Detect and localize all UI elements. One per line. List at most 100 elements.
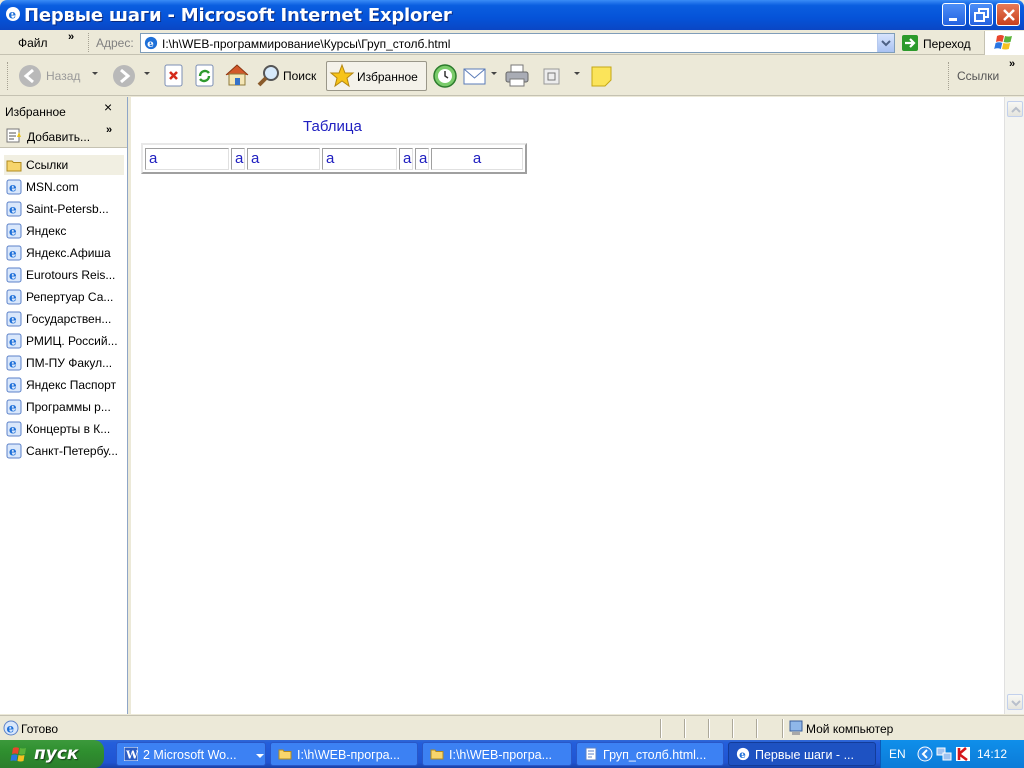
taskbar-item-ie[interactable]: e Первые шаги - ...: [728, 742, 876, 766]
page-ie-icon: e: [144, 36, 158, 50]
address-input[interactable]: e I:\h\WEB-программирование\Курсы\Груп_с…: [140, 33, 895, 53]
html-table: a a a a a a a: [141, 143, 527, 174]
go-label: Переход: [923, 37, 971, 51]
table-cell: a: [145, 148, 229, 170]
mail-button[interactable]: [462, 61, 500, 91]
start-button[interactable]: пуск: [0, 740, 104, 768]
network-icon[interactable]: [936, 746, 952, 762]
links-overflow-chevron-icon[interactable]: »: [1009, 58, 1015, 70]
ie-page-icon: e: [6, 223, 22, 239]
ie-icon: e: [736, 747, 750, 761]
taskbar-item-word[interactable]: W 2 Microsoft Wo...: [116, 742, 266, 766]
scroll-down-arrow-icon: [1011, 700, 1021, 707]
add-favorite-button[interactable]: Добавить... »: [0, 124, 127, 148]
ie-page-icon: e: [6, 267, 22, 283]
toolbar-grip[interactable]: [7, 62, 10, 90]
taskbar-item-label: I:\h\WEB-програ...: [297, 748, 401, 762]
favorite-link[interactable]: e Яндекс Паспорт: [4, 375, 124, 395]
favorite-link[interactable]: e Яндекс: [4, 221, 124, 241]
ie-page-icon: e: [6, 355, 22, 371]
favorite-link[interactable]: e Программы р...: [4, 397, 124, 417]
windows-logo: [984, 31, 1024, 55]
taskbar-item-folder[interactable]: I:\h\WEB-програ...: [270, 742, 418, 766]
clock: 14:12: [977, 747, 1008, 761]
menu-file[interactable]: Файл: [18, 36, 48, 50]
favorite-link[interactable]: e Saint-Petersb...: [4, 199, 124, 219]
standard-toolbar: Назад Поиск Избранное: [0, 56, 1024, 96]
forward-dropdown-icon[interactable]: [144, 72, 150, 75]
restore-icon: [974, 8, 989, 22]
address-value: I:\h\WEB-программирование\Курсы\Груп_сто…: [162, 37, 451, 51]
favorite-label: Репертуар Са...: [26, 290, 114, 304]
favorite-link[interactable]: e Концерты в К...: [4, 419, 124, 439]
taskbar-item-label: I:\h\WEB-програ...: [449, 748, 553, 762]
favorite-link[interactable]: e Яндекс.Афиша: [4, 243, 124, 263]
taskbar-item-notepad[interactable]: Груп_столб.html...: [576, 742, 724, 766]
ie-page-icon: e: [6, 179, 22, 195]
home-button[interactable]: [223, 61, 251, 91]
menu-overflow-chevron-icon[interactable]: »: [68, 31, 74, 43]
refresh-button[interactable]: [192, 61, 218, 91]
status-text: Готово: [21, 722, 59, 736]
language-indicator[interactable]: EN: [889, 747, 906, 761]
favorite-link[interactable]: e РМИЦ. Россий...: [4, 331, 124, 351]
history-button[interactable]: [431, 61, 459, 91]
back-button[interactable]: Назад: [17, 61, 102, 91]
favorite-link[interactable]: e ПМ-ПУ Факул...: [4, 353, 124, 373]
print-button[interactable]: [503, 61, 531, 91]
scroll-down-button[interactable]: [1007, 694, 1023, 710]
title-bar[interactable]: e Первые шаги - Microsoft Internet Explo…: [0, 0, 1024, 30]
taskbar-item-label: Первые шаги - ...: [755, 748, 854, 762]
favorites-button[interactable]: Избранное: [326, 61, 427, 91]
taskbar-item-folder[interactable]: I:\h\WEB-програ...: [422, 742, 572, 766]
svg-text:e: e: [9, 357, 17, 371]
address-dropdown-button[interactable]: [877, 34, 894, 52]
svg-text:e: e: [9, 225, 17, 239]
fav-overflow-chevron-icon[interactable]: »: [106, 124, 112, 136]
search-button[interactable]: Поиск: [256, 61, 322, 91]
vertical-scrollbar[interactable]: [1004, 97, 1024, 714]
status-ie-icon: e: [3, 720, 19, 736]
group-dropdown-icon: [256, 754, 264, 758]
favorite-label: MSN.com: [26, 180, 79, 194]
search-label: Поиск: [283, 69, 317, 83]
links-toolbar-grip[interactable]: [948, 62, 951, 90]
minimize-button[interactable]: [942, 3, 966, 26]
favorite-link[interactable]: e Репертуар Са...: [4, 287, 124, 307]
folder-icon: [6, 160, 22, 172]
page-content: Таблица a a a a a a a: [131, 97, 1004, 714]
favorites-close-icon[interactable]: ×: [104, 99, 112, 115]
favorites-header: Избранное ×: [0, 97, 127, 124]
favorite-label: Яндекс: [26, 224, 67, 238]
favorite-label: Яндекс Паспорт: [26, 378, 117, 392]
favorite-link[interactable]: e MSN.com: [4, 177, 124, 197]
address-label: Адрес:: [96, 36, 134, 50]
mail-dropdown-icon[interactable]: [491, 72, 497, 75]
svg-text:e: e: [9, 423, 17, 437]
edit-dropdown-icon[interactable]: [574, 72, 580, 75]
favorite-label: Санкт-Петербу...: [26, 444, 118, 458]
messenger-button[interactable]: [588, 61, 616, 91]
links-toolbar-label[interactable]: Ссылки: [957, 69, 999, 83]
restore-button[interactable]: [969, 3, 993, 26]
favorite-link[interactable]: e Санкт-Петербу...: [4, 441, 124, 461]
favorite-link[interactable]: e Государствен...: [4, 309, 124, 329]
status-separator: [708, 719, 710, 738]
close-button[interactable]: [996, 3, 1020, 26]
svg-text:e: e: [9, 181, 17, 195]
favorites-folder-links[interactable]: Ссылки: [4, 155, 124, 175]
antivirus-icon[interactable]: [955, 746, 971, 762]
folder-icon: [430, 749, 444, 760]
svg-text:e: e: [9, 379, 17, 393]
stop-button[interactable]: [161, 61, 187, 91]
go-button[interactable]: Переход: [900, 33, 985, 53]
favorites-pane: Избранное × Добавить... » Ссылки e MSN.co…: [0, 97, 128, 714]
favorite-link[interactable]: e Eurotours Reis...: [4, 265, 124, 285]
edit-button[interactable]: [539, 61, 585, 91]
ie-page-icon: e: [6, 201, 22, 217]
back-dropdown-icon[interactable]: [92, 72, 98, 75]
scroll-up-button[interactable]: [1007, 101, 1023, 117]
toolbar-grip[interactable]: [88, 33, 91, 52]
forward-button[interactable]: [110, 61, 156, 91]
tray-expand-icon[interactable]: [917, 746, 933, 762]
